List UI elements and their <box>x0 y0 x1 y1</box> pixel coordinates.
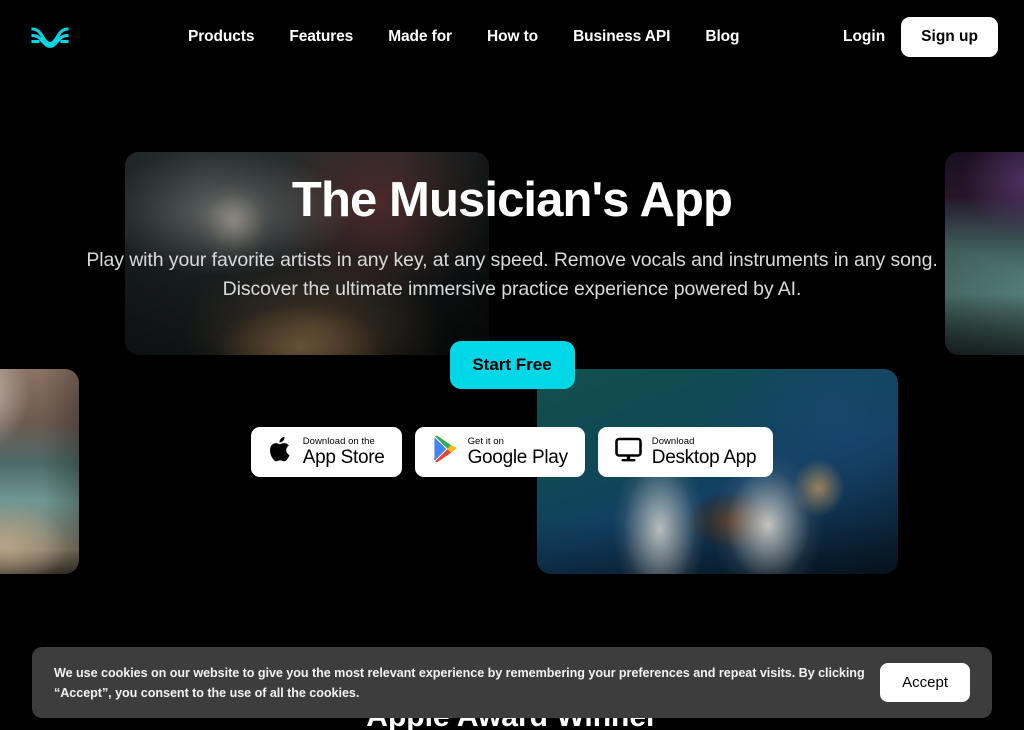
desktop-app-button[interactable]: Download Desktop App <box>597 427 774 477</box>
desktop-monitor-icon <box>614 437 642 468</box>
google-play-icon <box>432 435 458 469</box>
cookie-accept-button[interactable]: Accept <box>880 663 970 702</box>
app-store-big-label: App Store <box>302 447 385 469</box>
hero-image-collage <box>0 0 1024 640</box>
cookie-consent-banner: We use cookies on our website to give yo… <box>32 647 992 718</box>
nav-item-features[interactable]: Features <box>289 28 353 46</box>
app-store-button[interactable]: Download on the App Store <box>250 427 402 477</box>
page-root: Apple Award Winner The Musician's App Pl… <box>0 0 1024 730</box>
nav-item-made-for[interactable]: Made for <box>388 28 452 46</box>
app-store-labels: Download on the App Store <box>303 437 385 468</box>
login-link[interactable]: Login <box>843 28 885 46</box>
desktop-app-small-label: Download <box>651 435 695 447</box>
apple-icon <box>268 435 293 469</box>
nav-item-blog[interactable]: Blog <box>705 28 739 46</box>
google-play-big-label: Google Play <box>467 447 569 469</box>
cta-container: Start Free <box>0 341 1024 389</box>
nav-actions: Login Sign up <box>843 0 998 73</box>
google-play-small-label: Get it on <box>467 435 504 447</box>
signup-button[interactable]: Sign up <box>901 16 998 57</box>
desktop-app-labels: Download Desktop App <box>651 435 757 469</box>
desktop-app-big-label: Desktop App <box>651 447 757 469</box>
google-play-button[interactable]: Get it on Google Play <box>414 427 585 477</box>
nav-item-how-to[interactable]: How to <box>487 28 538 46</box>
nav-links: Products Features Made for How to Busine… <box>188 0 740 73</box>
start-free-button[interactable]: Start Free <box>449 341 575 389</box>
studio-photo <box>945 152 1024 355</box>
nav-item-products[interactable]: Products <box>188 28 254 46</box>
cookie-message: We use cookies on our website to give yo… <box>54 665 865 700</box>
google-play-labels: Get it on Google Play <box>467 435 569 469</box>
nav-item-business-api[interactable]: Business API <box>573 28 670 46</box>
app-store-small-label: Download on the <box>302 435 375 447</box>
store-buttons: Download on the App Store Get it on Goog… <box>0 427 1024 477</box>
drummer-photo <box>125 152 489 355</box>
top-navbar: Products Features Made for How to Busine… <box>0 0 1024 73</box>
moises-wave-logo-icon[interactable] <box>30 20 70 52</box>
